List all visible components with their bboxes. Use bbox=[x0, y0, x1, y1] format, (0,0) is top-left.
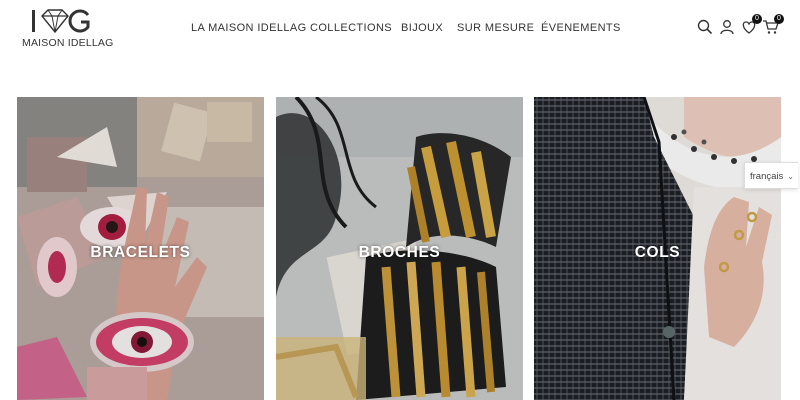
nav-item-la-maison[interactable]: LA MAISON IDELLAG bbox=[191, 22, 307, 34]
header-icons: 0 0 bbox=[696, 14, 786, 40]
heart-icon[interactable]: 0 bbox=[740, 14, 762, 36]
site-header: MAISON IDELLAG LA MAISON IDELLAG COLLECT… bbox=[0, 0, 800, 62]
search-icon[interactable] bbox=[696, 18, 714, 36]
category-card-broches[interactable]: BROCHES bbox=[276, 97, 523, 400]
diamond-logo-icon bbox=[32, 9, 90, 34]
nav-item-collections[interactable]: COLLECTIONS bbox=[310, 22, 392, 34]
user-icon[interactable] bbox=[718, 18, 736, 36]
brand-name: MAISON IDELLAG bbox=[22, 37, 114, 49]
nav-item-bijoux[interactable]: BIJOUX bbox=[401, 22, 443, 34]
category-grid: BRACELETS BROCHES COLS bbox=[0, 97, 800, 400]
chevron-down-icon: ⌄ bbox=[787, 172, 794, 181]
language-selected: français bbox=[750, 171, 784, 182]
category-card-cols[interactable]: COLS bbox=[534, 97, 781, 400]
category-title-cols: COLS bbox=[634, 244, 681, 261]
nav-item-evenements[interactable]: ÉVENEMENTS bbox=[541, 22, 621, 34]
language-selector[interactable]: français ⌄ bbox=[744, 162, 798, 189]
logo[interactable]: MAISON IDELLAG bbox=[22, 8, 114, 52]
nav-item-sur-mesure[interactable]: SUR MESURE bbox=[457, 22, 534, 34]
cart-icon[interactable]: 0 bbox=[762, 14, 784, 36]
category-title-bracelets: BRACELETS bbox=[90, 244, 191, 261]
cart-count-badge: 0 bbox=[774, 14, 784, 24]
category-title-broches: BROCHES bbox=[358, 244, 441, 261]
category-card-bracelets[interactable]: BRACELETS bbox=[17, 97, 264, 400]
wishlist-count-badge: 0 bbox=[752, 14, 762, 24]
